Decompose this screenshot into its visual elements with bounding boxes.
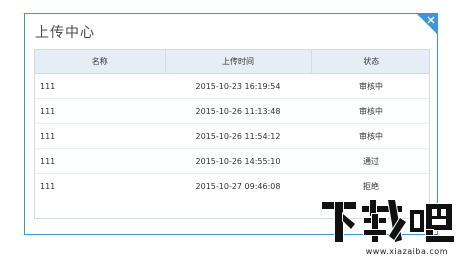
row-name: 111 [35,148,165,174]
row-name: 111 [35,123,165,149]
row-upload-time: 2015-10-23 16:19:54 [165,73,311,99]
close-button[interactable] [416,13,438,35]
row-upload-time: 2015-10-27 09:46:08 [195,181,281,191]
table-row[interactable]: 111 2015-10-27 09:46:08 拒绝 [35,174,429,199]
row-status: 拒绝 [363,181,379,191]
close-icon [416,13,438,35]
table-header-row: 名称 上传时间 状态 [35,50,429,74]
row-name: 111 [35,98,165,124]
column-header-upload-time[interactable]: 上传时间 [165,50,312,74]
column-header-name[interactable]: 名称 [35,50,166,74]
row-name: 111 [40,181,56,191]
row-name: 111 [35,73,165,99]
xiazaiba-logo-icon [321,199,455,244]
table-row[interactable]: 111 2015-10-23 16:19:54 审核中 [35,73,429,99]
watermark-logo: www.xiazaiba.com [318,196,456,258]
row-upload-time: 2015-10-26 11:13:48 [165,98,311,124]
row-status: 通过 [311,148,429,174]
row-status: 审核中 [311,98,429,124]
row-upload-time: 2015-10-26 14:55:10 [165,148,311,174]
dialog-title: 上传中心 [35,25,95,41]
row-upload-time: 2015-10-26 11:54:12 [165,123,311,149]
upload-table: 名称 上传时间 状态 111 2015-10-23 16:19:54 审核中 1… [34,49,430,219]
row-status: 审核中 [311,73,429,99]
table-row[interactable]: 111 2015-10-26 11:54:12 审核中 [35,123,429,149]
watermark-url: www.xiazaiba.com [365,247,448,256]
row-status: 审核中 [311,123,429,149]
table-row[interactable]: 111 2015-10-26 14:55:10 通过 [35,148,429,174]
table-row[interactable]: 111 2015-10-26 11:13:48 审核中 [35,98,429,124]
column-header-status[interactable]: 状态 [311,50,429,74]
